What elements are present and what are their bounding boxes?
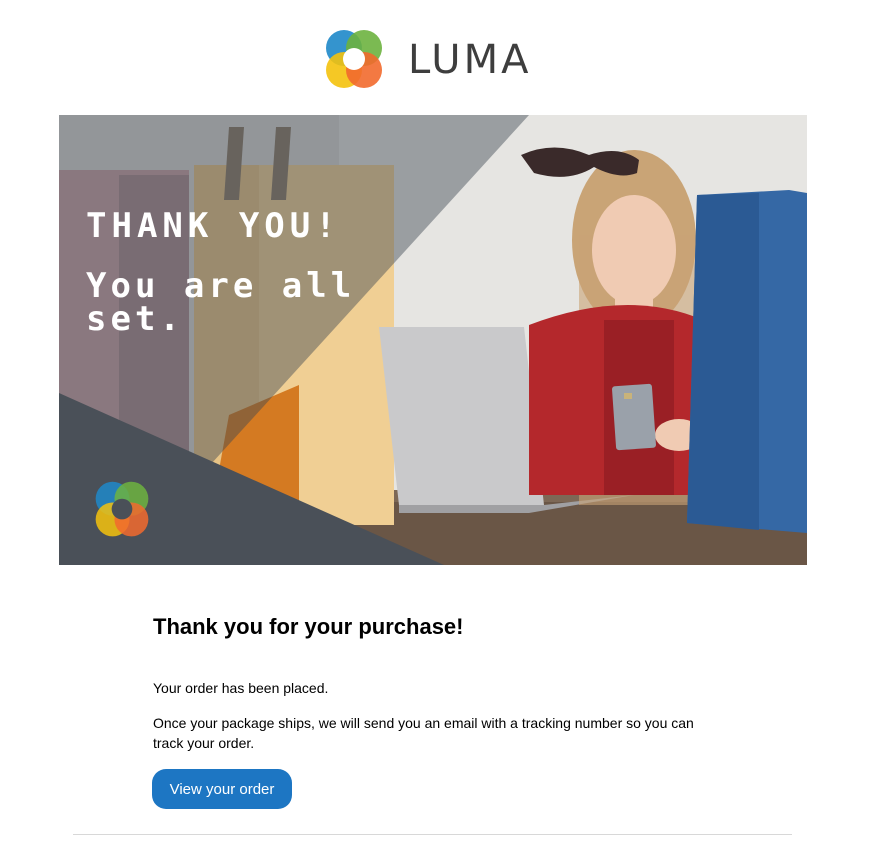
view-order-button[interactable]: View your order [152,769,292,809]
hero-headline: THANK YOU! [86,206,341,246]
hero-banner: THANK YOU! You are all set. [59,115,807,565]
woman-shopping-online-photo [59,115,807,565]
order-placed-text: Your order has been placed. [153,680,329,696]
divider [73,834,792,835]
hero-subheadline: You are all set. [86,266,356,339]
luma-logo-icon [95,481,149,537]
brand-name: LUMA [408,37,532,83]
shipping-info-text: Once your package ships, we will send yo… [153,715,694,751]
email-body: Thank you for your purchase! Your order … [153,612,733,751]
luma-logo-icon [326,30,382,88]
email-header: LUMA [0,24,870,96]
page-title: Thank you for your purchase! [153,614,464,639]
